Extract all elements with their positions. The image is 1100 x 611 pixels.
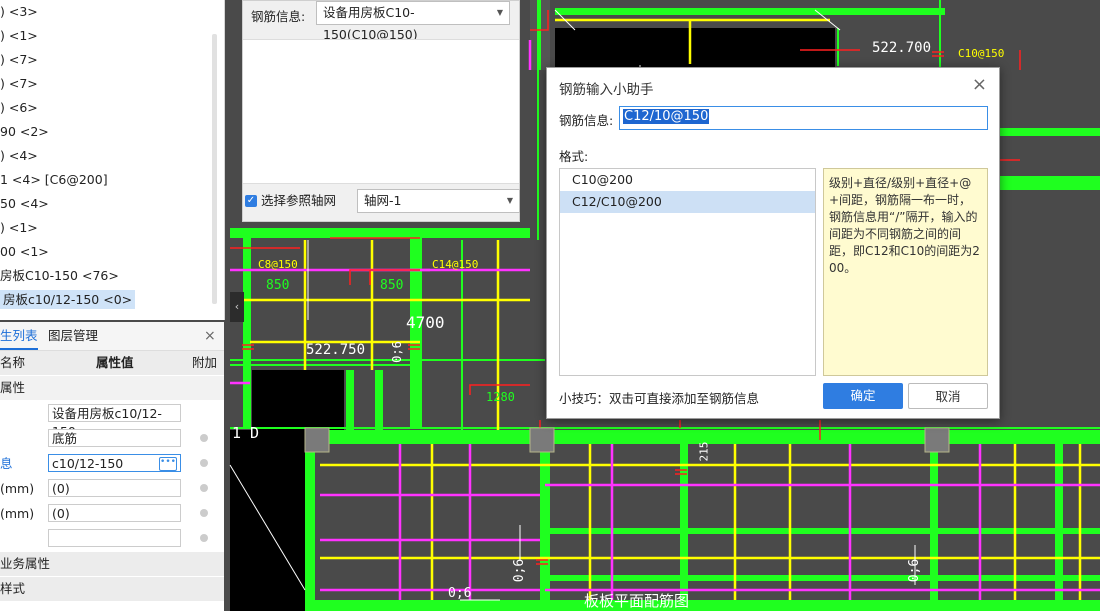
property-row: (mm) (0) <box>0 476 224 501</box>
component-tree[interactable]: ) <3> ) <1> ) <7> ) <7> ) <6> 90 <2> ) <… <box>0 0 225 320</box>
format-description: 级别+直径/级别+直径+@+间距，钢筋隔一布一时，钢筋信息用“/”隔开，输入的间… <box>823 168 988 376</box>
attach-radio[interactable] <box>200 459 208 467</box>
panel-content-area <box>243 39 519 184</box>
tree-item[interactable]: ) <6> <box>0 96 38 120</box>
tree-item[interactable]: 1 <4> [C6@200] <box>0 168 108 192</box>
panel-tabs: 生列表 图层管理 × <box>0 322 224 351</box>
format-list[interactable]: C10@200 C12/C10@200 <box>559 168 816 376</box>
property-row: (mm) (0) <box>0 501 224 526</box>
property-value[interactable]: 设备用房板c10/12-150 <box>48 404 181 439</box>
tree-item[interactable]: ) <1> <box>0 24 38 48</box>
attach-radio[interactable] <box>200 484 208 492</box>
property-row: 息 c10/12-150 ••• <box>0 451 224 476</box>
tree-item[interactable]: 90 <2> <box>0 120 49 144</box>
rebar-layout-panel: 钢筋信息: 设备用房板C10-150(C10@150) ▼ ✓ 选择参照轴网 轴… <box>242 0 520 222</box>
rebar-info-label: 钢筋信息: <box>251 9 306 24</box>
header-value: 属性值 <box>96 355 134 370</box>
axis-select[interactable]: 轴网-1 ▼ <box>357 189 520 213</box>
property-value[interactable] <box>48 529 181 547</box>
property-row: 设备用房板c10/12-150 <box>0 401 224 439</box>
dialog-title: 钢筋输入小助手 <box>559 82 654 98</box>
axis-checkbox-label: 选择参照轴网 <box>261 193 337 208</box>
collapse-handle[interactable]: ‹ <box>230 292 244 322</box>
format-label: 格式: <box>559 149 589 164</box>
cad-label: 板板平面配筋图 <box>584 592 690 610</box>
cad-label: 0;6 <box>389 341 404 363</box>
cad-label: 215 <box>697 441 711 462</box>
axis-checkbox[interactable]: ✓ <box>245 195 257 207</box>
chevron-down-icon: ▼ <box>506 196 513 205</box>
attach-radio[interactable] <box>200 434 208 442</box>
tree-item[interactable]: ) <4> <box>0 144 38 168</box>
tree-item-selected[interactable]: 房板c10/12-150 <0> <box>0 288 136 312</box>
cad-label: 4700 <box>406 313 445 332</box>
property-value[interactable]: (0) <box>48 504 181 522</box>
cad-label: 0;6 <box>448 586 472 601</box>
chevron-down-icon: ▼ <box>496 8 503 17</box>
property-row <box>0 526 224 551</box>
rebar-info-label: 钢筋信息: <box>559 113 614 128</box>
format-item[interactable]: C10@200 <box>560 169 815 191</box>
property-value[interactable]: 底筋 <box>48 429 181 447</box>
property-panel: 名称 属性值 附加 属性 设备用房板c10/12-150 底筋 息 c10/12… <box>0 351 224 611</box>
tab-properties[interactable]: 生列表 <box>0 322 38 350</box>
cad-label: 850 <box>266 278 290 293</box>
rebar-info-field[interactable]: c10/12-150 ••• <box>48 454 181 472</box>
cad-label: 522.700 <box>872 40 932 56</box>
close-icon[interactable]: × <box>972 74 987 95</box>
attach-radio[interactable] <box>200 509 208 517</box>
tab-layers[interactable]: 图层管理 <box>48 322 98 350</box>
tree-scrollbar[interactable] <box>212 34 217 304</box>
section-attributes[interactable]: 属性 <box>0 376 224 400</box>
cad-label: C10@150 <box>958 47 1005 60</box>
more-icon[interactable]: ••• <box>159 457 177 471</box>
tree-item[interactable]: ) <7> <box>0 48 38 72</box>
cad-label: C14@150 <box>432 258 479 271</box>
header-extra: 附加 <box>192 355 218 370</box>
tree-item[interactable]: ) <1> <box>0 216 38 240</box>
cad-label: C8@150 <box>258 258 298 271</box>
tree-item[interactable]: 00 <1> <box>0 240 49 264</box>
rebar-input-dialog: 钢筋输入小助手 × 钢筋信息: C12/10@150 格式: C10@200 C… <box>546 67 1000 419</box>
cad-label: 522.750 <box>306 342 366 358</box>
tree-item[interactable]: 房板C10-150 <76> <box>0 264 119 288</box>
tree-item[interactable]: ) <3> <box>0 0 38 24</box>
section-business[interactable]: 业务属性 <box>0 552 224 576</box>
cancel-button[interactable]: 取消 <box>908 383 988 409</box>
cad-label: 0;6 <box>512 558 528 583</box>
header-name: 名称 <box>0 355 26 370</box>
cad-label: 0;6 <box>907 558 923 583</box>
rebar-info-select[interactable]: 设备用房板C10-150(C10@150) ▼ <box>316 1 510 42</box>
property-value[interactable]: (0) <box>48 479 181 497</box>
tree-item[interactable]: 50 <4> <box>0 192 49 216</box>
rebar-info-input[interactable]: C12/10@150 <box>619 106 988 130</box>
cad-label: 1 D <box>232 424 260 442</box>
cad-label: 1280 <box>486 390 515 404</box>
attach-radio[interactable] <box>200 534 208 542</box>
tip-text: 小技巧：双击可直接添加至钢筋信息 <box>559 391 760 406</box>
property-row: 底筋 <box>0 426 224 451</box>
cad-label: 850 <box>380 278 404 293</box>
section-style[interactable]: 样式 <box>0 577 224 601</box>
ok-button[interactable]: 确定 <box>823 383 903 409</box>
close-icon[interactable]: × <box>204 322 216 350</box>
format-item-selected[interactable]: C12/C10@200 <box>560 191 815 213</box>
tree-item[interactable]: ) <7> <box>0 72 38 96</box>
